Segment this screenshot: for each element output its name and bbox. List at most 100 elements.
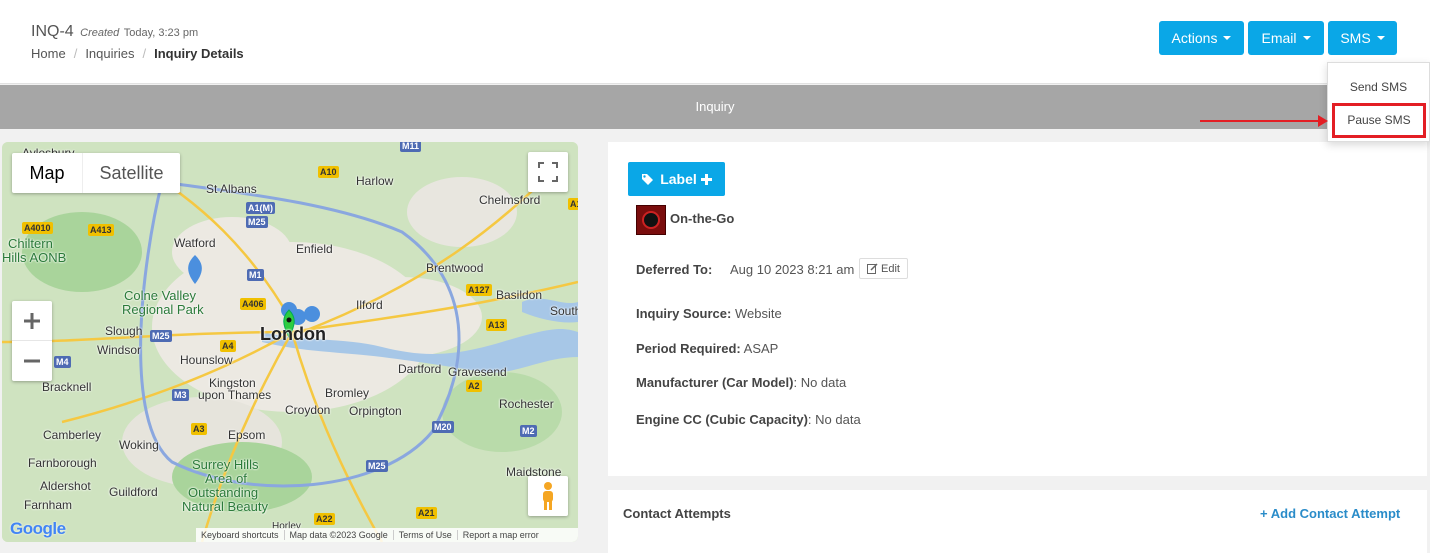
map-label: Guildford: [109, 485, 158, 499]
edit-icon: [867, 263, 878, 274]
label-button[interactable]: Label: [628, 162, 725, 196]
road-shield: A4: [220, 340, 236, 352]
road-shield: A1(M): [246, 202, 275, 214]
pegman-icon: [543, 482, 553, 510]
fullscreen-button[interactable]: [528, 152, 568, 192]
map-label: Chelmsford: [479, 193, 541, 207]
annotation-arrow-head: [1318, 115, 1328, 127]
map-label: Gravesend: [448, 365, 507, 379]
map-label: Aldershot: [40, 479, 91, 493]
period-required-value: ASAP: [743, 341, 779, 356]
add-contact-attempt-link[interactable]: + Add Contact Attempt: [1260, 506, 1400, 521]
map-label: Natural Beauty: [182, 499, 268, 514]
terms-link[interactable]: Terms of Use: [394, 530, 458, 540]
email-label: Email: [1261, 30, 1297, 46]
zoom-out-button[interactable]: [12, 341, 52, 381]
actions-button[interactable]: Actions: [1159, 21, 1244, 55]
road-shield: A21: [416, 507, 437, 519]
road-shield: A22: [314, 513, 335, 525]
map-label: Bromley: [325, 386, 370, 400]
caret-down-icon: [1376, 36, 1385, 40]
street-view-button[interactable]: [528, 476, 568, 516]
map-label: Basildon: [496, 288, 543, 302]
actions-label: Actions: [1171, 30, 1218, 46]
map-type-satellite[interactable]: Satellite: [82, 153, 180, 193]
map-label: Watford: [174, 236, 216, 250]
road-shield: A127: [466, 284, 492, 296]
deferred-value: Aug 10 2023 8:21 am: [730, 262, 855, 277]
road-shield: M1: [247, 269, 264, 281]
map-label: upon Thames: [198, 388, 272, 402]
road-shield: M25: [366, 460, 388, 472]
road-shield: A12: [568, 198, 578, 210]
map-label: Woking: [119, 438, 159, 452]
engine-cc-field: Engine CC (Cubic Capacity): No data: [636, 412, 861, 427]
inquiry-id: INQ-4: [31, 23, 74, 40]
map-label: Farnborough: [28, 456, 97, 470]
email-button[interactable]: Email: [1248, 21, 1324, 55]
inquiry-details-panel: Label On-the-Go Deferred To: Aug 10 2023…: [608, 142, 1427, 476]
contact-attempts-title: Contact Attempts: [623, 506, 731, 521]
map-label: Orpington: [349, 404, 402, 418]
plus-icon: +: [1260, 506, 1268, 521]
annotation-arrow: [1200, 120, 1320, 122]
map-label: Epsom: [228, 428, 266, 442]
road-shield: M3: [172, 389, 189, 401]
breadcrumb-current: Inquiry Details: [154, 46, 244, 61]
keyboard-shortcuts-link[interactable]: Keyboard shortcuts: [196, 530, 285, 540]
pause-sms-item[interactable]: Pause SMS: [1332, 103, 1426, 138]
send-sms-item[interactable]: Send SMS: [1328, 80, 1429, 94]
map-label: Slough: [105, 324, 143, 338]
engine-cc-value: : No data: [807, 412, 861, 427]
created-label: Created: [80, 27, 120, 39]
company-name: On-the-Go: [670, 211, 735, 226]
caret-down-icon: [1302, 36, 1311, 40]
deferred-label: Deferred To:: [636, 262, 713, 277]
section-title-bar: Inquiry: [0, 85, 1430, 129]
map-data-text: Map data ©2023 Google: [285, 530, 394, 540]
road-shield: A413: [88, 224, 114, 236]
created-time: Today, 3:23 pm: [123, 27, 199, 39]
breadcrumb-home[interactable]: Home: [31, 46, 66, 61]
google-map[interactable]: Aylesbury Harlow Chelmsford St Albans Wa…: [2, 142, 578, 542]
period-required-label: Period Required:: [636, 341, 741, 356]
map-label: South: [550, 304, 578, 318]
page-header: INQ-4 Created Today, 3:23 pm Home / Inquir…: [0, 0, 1430, 84]
zoom-control: [12, 301, 52, 381]
manufacturer-value: : No data: [793, 375, 847, 390]
inquiry-source-field: Inquiry Source: Website: [636, 306, 782, 321]
inquiry-source-value: Website: [734, 306, 782, 321]
road-shield: A4010: [22, 222, 53, 234]
map-label: Brentwood: [426, 261, 484, 275]
road-shield: A10: [318, 166, 339, 178]
map-label: Croydon: [285, 403, 331, 417]
sms-button[interactable]: SMS: [1328, 21, 1397, 55]
map-label: Rochester: [499, 397, 554, 411]
period-required-field: Period Required: ASAP: [636, 341, 778, 356]
road-shield: M20: [432, 421, 454, 433]
map-label: Area of: [205, 471, 247, 486]
map-label: Hounslow: [180, 353, 233, 367]
engine-cc-label: Engine CC (Cubic Capacity): [636, 412, 808, 427]
edit-deferred-button[interactable]: Edit: [859, 258, 908, 279]
label-button-text: Label: [660, 171, 697, 187]
map-type-map[interactable]: Map: [12, 153, 82, 193]
map-label: Chiltern: [8, 236, 53, 251]
contact-attempts-panel: Contact Attempts + Add Contact Attempt: [608, 490, 1427, 553]
report-error-link[interactable]: Report a map error: [458, 530, 544, 540]
road-shield: M25: [246, 216, 268, 228]
road-shield: A3: [191, 423, 207, 435]
map-label: London: [260, 324, 326, 344]
breadcrumb-inquiries[interactable]: Inquiries: [85, 46, 134, 61]
zoom-in-button[interactable]: [12, 301, 52, 341]
map-attribution: Keyboard shortcuts Map data ©2023 Google…: [196, 528, 578, 542]
map-label: Harlow: [356, 174, 394, 188]
map-label: Hills AONB: [2, 250, 67, 265]
tag-icon: [642, 173, 654, 185]
sms-dropdown-menu: Send SMS Pause SMS: [1327, 62, 1430, 142]
map-label: Camberley: [43, 428, 102, 442]
plus-icon: [700, 173, 712, 185]
map-label: Windsor: [97, 343, 142, 357]
manufacturer-field: Manufacturer (Car Model): No data: [636, 375, 846, 390]
inquiry-title: INQ-4 Created Today, 3:23 pm: [31, 23, 198, 41]
